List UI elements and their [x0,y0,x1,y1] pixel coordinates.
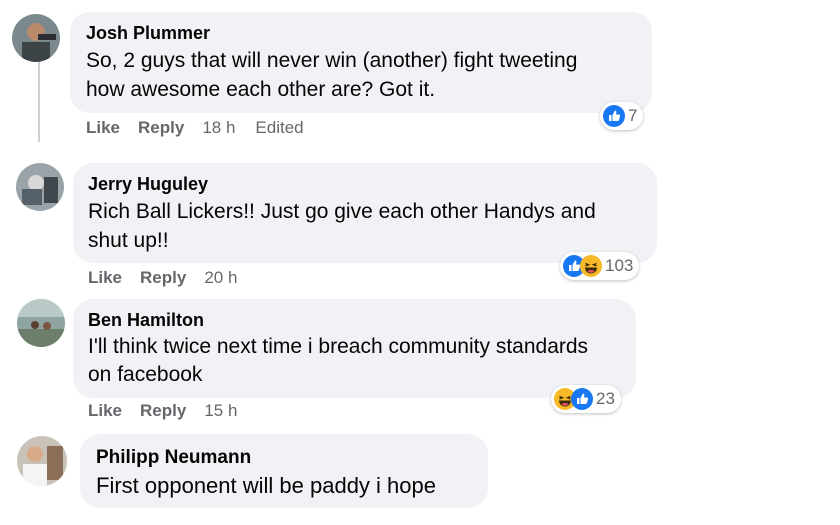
reaction-count: 103 [605,256,634,275]
comment-text-line: So, 2 guys that will never win (another)… [86,49,578,72]
reply-thread-line [38,62,40,142]
avatar[interactable] [12,14,60,62]
comment-text-line: how awesome each other are? Got it. [86,78,436,101]
comment-actions: Like Reply 18 h Edited [86,118,324,138]
timestamp[interactable]: 15 h [204,401,237,420]
timestamp[interactable]: 18 h [202,118,235,137]
like-button[interactable]: Like [88,401,122,420]
reply-button[interactable]: Reply [140,401,186,420]
reaction-summary[interactable]: 7 [600,102,644,130]
timestamp[interactable]: 20 h [204,268,237,287]
edited-label[interactable]: Edited [255,118,303,137]
comment-text-line: I'll think twice next time i breach comm… [88,335,589,358]
comment-text-line: First opponent will be paddy i hope [96,473,436,498]
comment-text-line: shut up!! [88,229,169,252]
like-icon [603,105,625,127]
like-button[interactable]: Like [86,118,120,137]
reply-button[interactable]: Reply [140,268,186,287]
comment-author[interactable]: Jerry Huguley [88,174,208,195]
comment-author[interactable]: Josh Plummer [86,23,210,44]
comment-actions: Like Reply 15 h [88,401,257,421]
haha-icon [580,255,602,277]
comment-author[interactable]: Ben Hamilton [88,310,204,331]
reaction-count: 7 [628,106,638,125]
comment-actions: Like Reply 20 h [88,268,257,288]
like-button[interactable]: Like [88,268,122,287]
avatar[interactable] [16,163,64,211]
reaction-summary[interactable]: 23 [551,385,621,413]
comment-author[interactable]: Philipp Neumann [96,447,251,469]
reaction-count: 23 [596,389,615,408]
reply-button[interactable]: Reply [138,118,184,137]
avatar[interactable] [17,299,65,347]
comment-text-line: Rich Ball Lickers!! Just go give each ot… [88,200,596,223]
avatar[interactable] [17,436,67,486]
reaction-summary[interactable]: 103 [560,252,640,280]
like-icon [571,388,593,410]
comment-text-line: on facebook [88,363,203,386]
